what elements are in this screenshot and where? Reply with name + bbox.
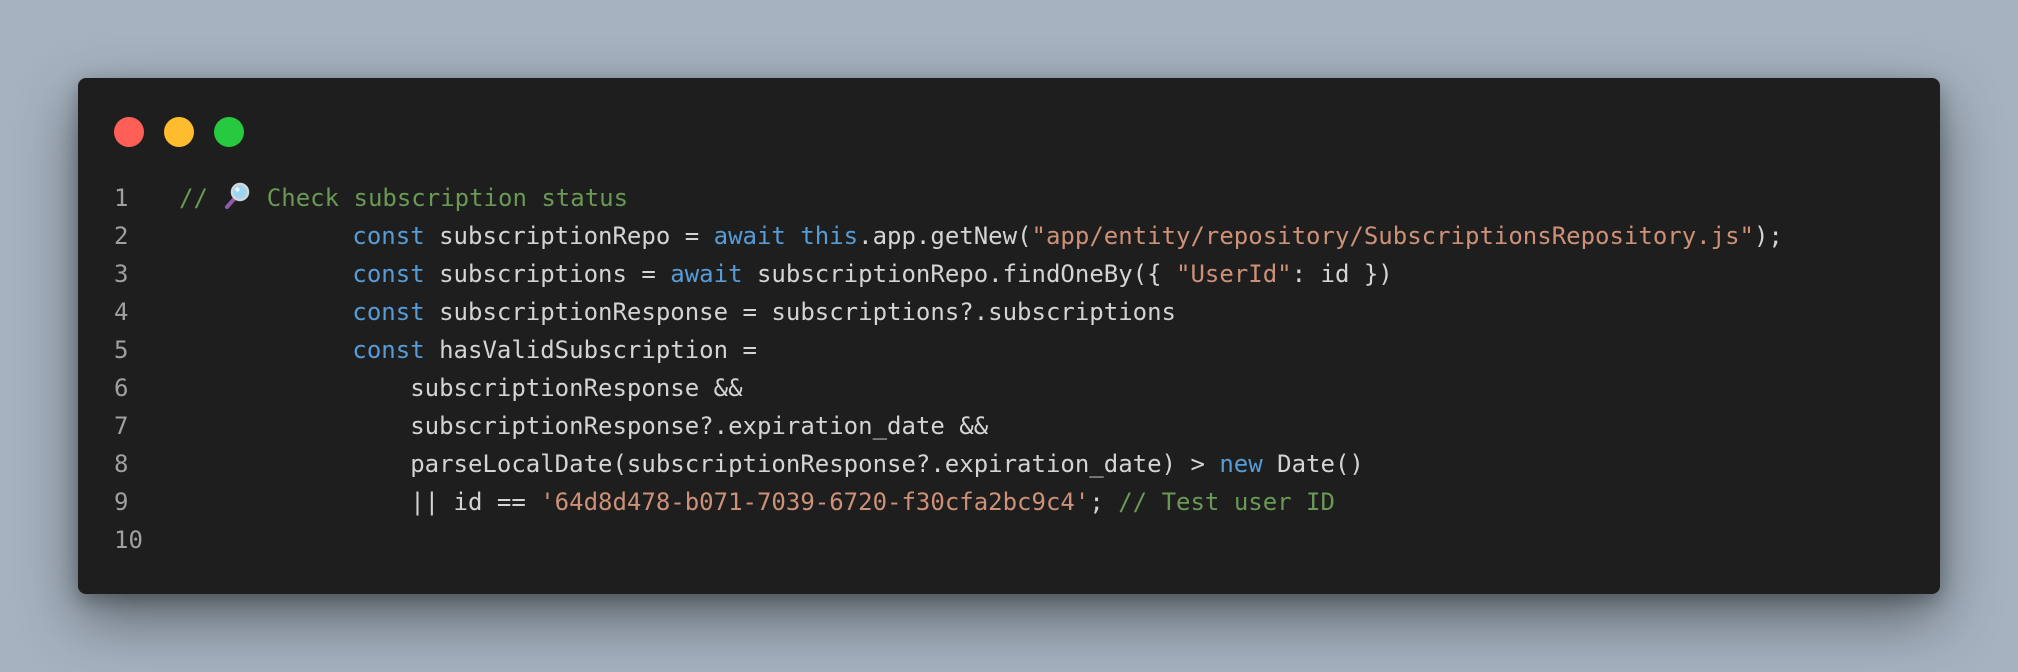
window-controls [114, 117, 244, 147]
comment-token: Check subscription status [252, 184, 629, 212]
comment-token: // Test user ID [1118, 488, 1335, 516]
code-token: subscriptionResponse = subscriptions?.su… [424, 298, 1176, 326]
line-number: 2 [114, 222, 129, 250]
line-number: 7 [114, 412, 129, 440]
code-token: .app.getNew( [858, 222, 1032, 250]
line-number: 4 [114, 298, 129, 326]
line-code: || id == '64d8d478-b071-7039-6720-f30cfa… [179, 483, 1335, 521]
maximize-button[interactable] [214, 117, 244, 147]
line-number: 6 [114, 374, 129, 402]
keyword-token: new [1219, 450, 1263, 478]
keyword-token: await [670, 260, 743, 288]
string-token: "UserId" [1176, 260, 1292, 288]
code-token: parseLocalDate(subscriptionResponse?.exp… [179, 450, 1220, 478]
code-line: 9 || id == '64d8d478-b071-7039-6720-f30c… [78, 483, 1878, 521]
code-token: ; [1089, 488, 1119, 516]
line-number: 3 [114, 260, 129, 288]
code-line: 6 subscriptionResponse && [78, 369, 1878, 407]
minimize-button[interactable] [164, 117, 194, 147]
line-number: 1 [114, 184, 129, 212]
line-code: parseLocalDate(subscriptionResponse?.exp… [179, 445, 1364, 483]
line-code: subscriptionResponse?.expiration_date && [179, 407, 988, 445]
code-token: subscriptionRepo.findOneBy({ [742, 260, 1177, 288]
comment-token: // [179, 184, 223, 212]
line-code: // Check subscription status [179, 179, 628, 217]
code-token: ); [1753, 222, 1783, 250]
keyword-token: const [352, 222, 425, 250]
string-token: '64d8d478-b071-7039-6720-f30cfa2bc9c4' [540, 488, 1090, 516]
magnifying-glass-icon [222, 181, 252, 211]
line-code: const subscriptionResponse = subscriptio… [179, 293, 1176, 331]
line-number: 8 [114, 450, 129, 478]
code-line: 5 const hasValidSubscription = [78, 331, 1878, 369]
code-line: 4 const subscriptionResponse = subscript… [78, 293, 1878, 331]
code-token: : id }) [1291, 260, 1393, 288]
line-number: 9 [114, 488, 129, 516]
code-token: subscriptions = [424, 260, 671, 288]
code-line: 8 parseLocalDate(subscriptionResponse?.e… [78, 445, 1878, 483]
code-line: 10 [78, 521, 1878, 559]
code-line: 7 subscriptionResponse?.expiration_date … [78, 407, 1878, 445]
keyword-token: const [352, 336, 425, 364]
line-code: subscriptionResponse && [179, 369, 743, 407]
line-code: const hasValidSubscription = [179, 331, 757, 369]
close-button[interactable] [114, 117, 144, 147]
code-token: Date() [1262, 450, 1364, 478]
keyword-token: await [713, 222, 786, 250]
line-number: 10 [114, 526, 143, 554]
line-number: 5 [114, 336, 129, 364]
code-line: 2 const subscriptionRepo = await this.ap… [78, 217, 1878, 255]
string-token: "app/entity/repository/SubscriptionsRepo… [1031, 222, 1754, 250]
keyword-token: const [352, 260, 425, 288]
line-code: const subscriptionRepo = await this.app.… [179, 217, 1783, 255]
code-token: subscriptionResponse?.expiration_date && [179, 412, 989, 440]
code-token: || id == [179, 488, 541, 516]
keyword-token: const [352, 298, 425, 326]
line-code: const subscriptions = await subscription… [179, 255, 1393, 293]
code-line: 1 // Check subscription status [78, 179, 1878, 217]
code-token: hasValidSubscription = [424, 336, 757, 364]
code-token: subscriptionRepo = [424, 222, 714, 250]
code-token: subscriptionResponse && [179, 374, 743, 402]
keyword-token: this [800, 222, 859, 250]
code-line: 3 const subscriptions = await subscripti… [78, 255, 1878, 293]
code-window: 1// Check subscription status 2 const sub… [78, 78, 1940, 594]
